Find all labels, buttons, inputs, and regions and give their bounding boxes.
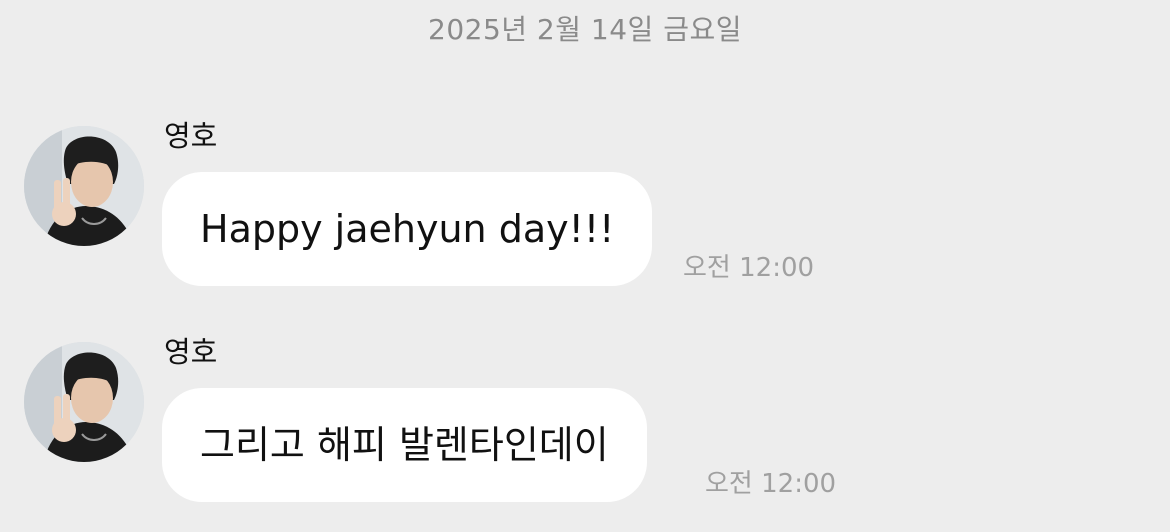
message-timestamp: 오전 12:00	[683, 253, 815, 283]
sender-avatar[interactable]	[24, 126, 144, 246]
profile-photo-icon	[24, 342, 144, 462]
sender-name: 영호	[164, 119, 218, 153]
sender-avatar[interactable]	[24, 342, 144, 462]
sender-name: 영호	[164, 335, 218, 369]
message-bubble[interactable]: 그리고 해피 발렌타인데이	[162, 388, 647, 502]
profile-photo-icon	[24, 126, 144, 246]
message-timestamp: 오전 12:00	[705, 469, 837, 499]
date-divider: 2025년 2월 14일 금요일	[428, 13, 742, 46]
message-bubble[interactable]: Happy jaehyun day!!!	[162, 172, 653, 286]
